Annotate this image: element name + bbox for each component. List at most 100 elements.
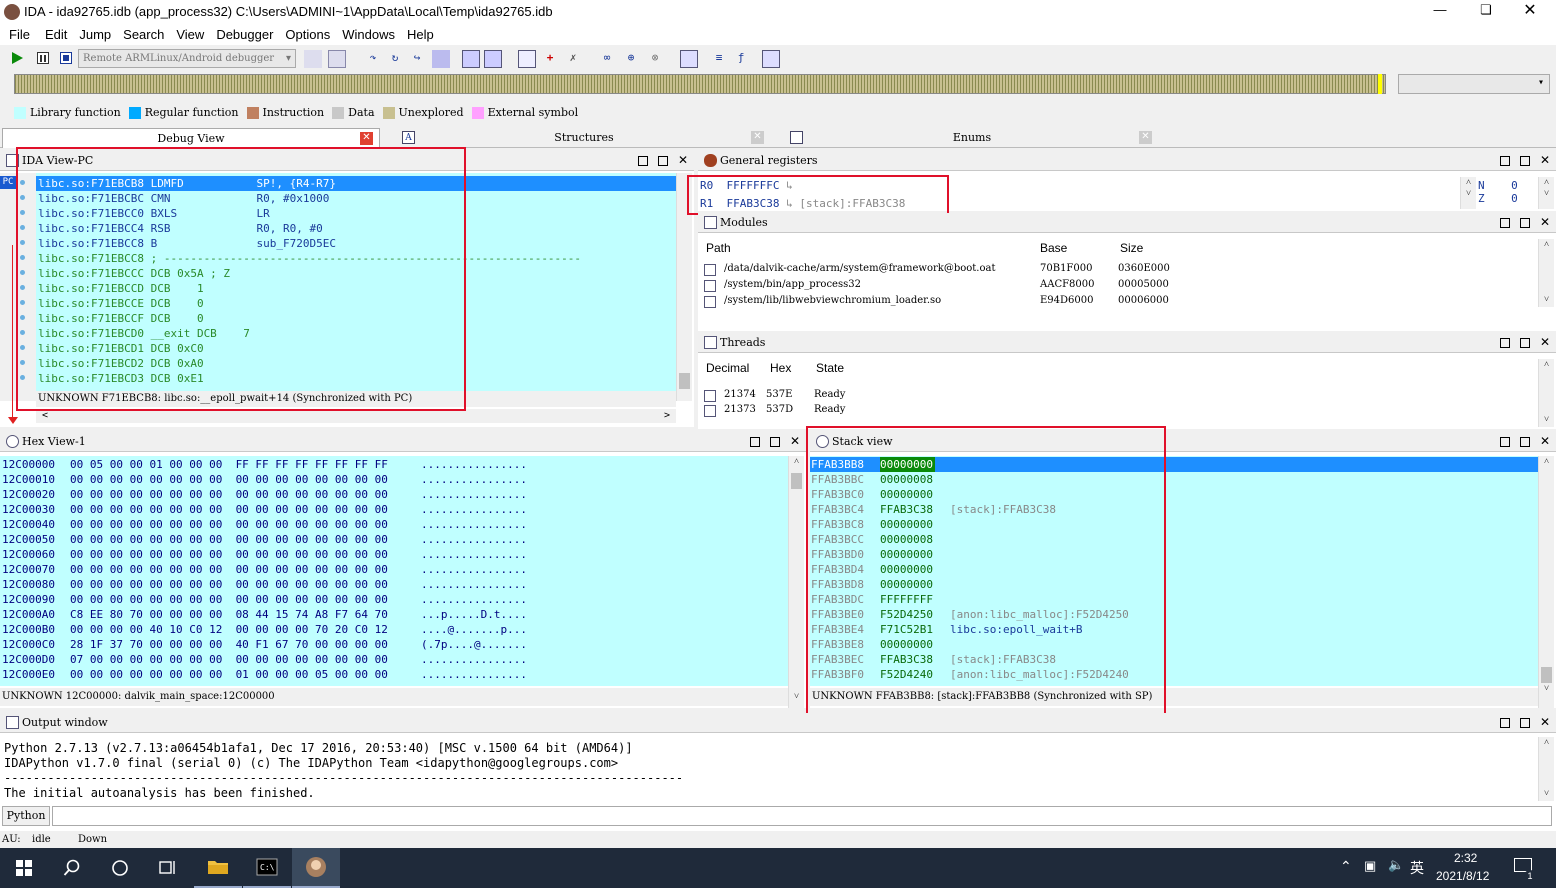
flag-n[interactable]: N 0 — [1478, 179, 1538, 192]
hex-ascii[interactable]: ................ — [421, 532, 527, 547]
column-decimal[interactable]: Decimal — [706, 361, 749, 375]
hex-ascii[interactable]: ................ — [421, 667, 527, 682]
stack-row[interactable]: FFAB3BE8 00000000 — [810, 637, 1538, 652]
stack-value[interactable]: FFFFFFFF — [880, 592, 933, 607]
hex-row[interactable]: 12C000A0 C8 EE 80 70 00 00 00 00 08 44 15… — [0, 607, 788, 622]
menu-options[interactable]: Options — [279, 24, 336, 45]
disasm-line[interactable]: libc.so:F71EBCB8 LDMFD SP!, {R4-R7} — [36, 176, 676, 191]
hex-ascii[interactable]: ................ — [421, 487, 527, 502]
stack-comment[interactable]: [anon:libc_malloc]:F52D4240 — [950, 667, 1129, 682]
trace-icon[interactable]: ∞ — [598, 50, 616, 68]
disasm-line[interactable]: libc.so:F71EBCC8 B sub_F720D5EC — [36, 236, 676, 251]
pane-minimize-icon[interactable] — [1500, 718, 1510, 728]
attach-icon[interactable] — [304, 50, 322, 68]
add-trace-icon[interactable]: ⊕ — [622, 50, 640, 68]
ida-app-icon[interactable] — [292, 848, 340, 888]
column-hex[interactable]: Hex — [770, 361, 791, 375]
stack-value[interactable]: FFAB3C38 — [880, 652, 933, 667]
line-marker-icon[interactable] — [20, 285, 25, 290]
ida-view-scrollbar[interactable] — [676, 173, 692, 401]
remove-trace-icon[interactable]: ⊗ — [646, 50, 664, 68]
output-scrollbar[interactable]: ˄ ˅ — [1538, 737, 1554, 801]
hex-row[interactable]: 12C00020 00 00 00 00 00 00 00 00 00 00 00… — [0, 487, 788, 502]
run-to-cursor-icon[interactable] — [432, 50, 450, 68]
clock-date[interactable]: 2021/8/12 — [1436, 869, 1489, 883]
delete-breakpoint-icon[interactable]: ✗ — [564, 50, 582, 68]
register-row[interactable]: R1 FFAB3C38 ↳ [stack]:FFAB3C38 — [700, 197, 905, 209]
hex-bytes[interactable]: 00 00 00 00 00 00 00 00 00 00 00 00 00 0… — [70, 592, 388, 607]
hex-row[interactable]: 12C00000 00 05 00 00 01 00 00 00 FF FF FF… — [0, 457, 788, 472]
hex-bytes[interactable]: 00 00 00 00 00 00 00 00 00 00 00 00 00 0… — [70, 472, 388, 487]
pane-minimize-icon[interactable] — [1500, 218, 1510, 228]
threads-scrollbar[interactable]: ˄ ˅ — [1538, 359, 1554, 427]
hex-row[interactable]: 12C00030 00 00 00 00 00 00 00 00 00 00 00… — [0, 502, 788, 517]
stack-value[interactable]: 00000000 — [880, 547, 933, 562]
menu-edit[interactable]: Edit — [39, 24, 73, 45]
stack-value[interactable]: 00000000 — [880, 517, 933, 532]
hex-bytes[interactable]: 00 00 00 00 00 00 00 00 01 00 00 00 05 0… — [70, 667, 388, 682]
stack-value[interactable]: 00000000 — [880, 487, 933, 502]
pane-close-icon[interactable]: ✕ — [1540, 216, 1550, 228]
register-row[interactable]: R0 FFFFFFFC ↳ — [700, 179, 793, 192]
menu-help[interactable]: Help — [401, 24, 440, 45]
debugger-select[interactable]: Remote ARMLinux/Android debugger ▾ — [78, 49, 296, 68]
hex-ascii[interactable]: ...p.....D.t.... — [421, 607, 527, 622]
pane-float-icon[interactable] — [770, 437, 780, 447]
line-marker-icon[interactable] — [20, 345, 25, 350]
disasm-line[interactable]: libc.so:F71EBCCE DCB 0 — [36, 296, 676, 311]
hex-bytes[interactable]: 00 00 00 00 00 00 00 00 00 00 00 00 00 0… — [70, 487, 388, 502]
disassembly-listing[interactable]: libc.so:F71EBCB8 LDMFD SP!, {R4-R7} libc.… — [36, 173, 676, 401]
hex-bytes[interactable]: 00 00 00 00 00 00 00 00 00 00 00 00 00 0… — [70, 577, 388, 592]
step-over-icon[interactable]: ↻ — [386, 50, 404, 68]
disasm-line[interactable]: libc.so:F71EBCC4 RSB R0, R0, #0 — [36, 221, 676, 236]
clock-time[interactable]: 2:32 — [1454, 851, 1477, 865]
output-text[interactable]: Python 2.7.13 (v2.7.13:a06454b1afa1, Dec… — [4, 741, 1534, 801]
stack-value[interactable]: 00000000 — [880, 562, 933, 577]
tab-close-icon[interactable]: ✕ — [360, 132, 373, 145]
menu-file[interactable]: File — [0, 24, 39, 45]
disasm-line[interactable]: libc.so:F71EBCD2 DCB 0xA0 — [36, 356, 676, 371]
stack-comment[interactable]: libc.so:epoll_wait+B — [950, 622, 1082, 637]
disasm-line[interactable]: libc.so:F71EBCC8 ; ---------------------… — [36, 251, 676, 266]
line-marker-icon[interactable] — [20, 270, 25, 275]
file-explorer-icon[interactable] — [194, 848, 242, 888]
hex-row[interactable]: 12C00010 00 00 00 00 00 00 00 00 00 00 00… — [0, 472, 788, 487]
hex-row[interactable]: 12C00070 00 00 00 00 00 00 00 00 00 00 00… — [0, 562, 788, 577]
maximize-button[interactable]: ❏ — [1476, 2, 1496, 20]
pane-minimize-icon[interactable] — [1500, 338, 1510, 348]
menu-debugger[interactable]: Debugger — [210, 24, 279, 45]
stack-value[interactable]: 00000000 — [880, 637, 933, 652]
hex-row[interactable]: 12C00050 00 00 00 00 00 00 00 00 00 00 00… — [0, 532, 788, 547]
list-item[interactable]: 21374 537E Ready — [704, 389, 1004, 404]
pane-close-icon[interactable]: ✕ — [1540, 716, 1550, 728]
hex-ascii[interactable]: ................ — [421, 547, 527, 562]
stack-row[interactable]: FFAB3BD0 00000000 — [810, 547, 1538, 562]
disasm-line[interactable]: libc.so:F71EBCC0 BXLS LR — [36, 206, 676, 221]
stack-row[interactable]: FFAB3BD4 00000000 — [810, 562, 1538, 577]
menu-search[interactable]: Search — [117, 24, 170, 45]
tile-icon[interactable] — [484, 50, 502, 68]
stack-value[interactable]: F52D4240 — [880, 667, 933, 682]
pane-minimize-icon[interactable] — [1500, 156, 1510, 166]
line-marker-icon[interactable] — [20, 300, 25, 305]
hex-bytes[interactable]: 00 00 00 00 00 00 00 00 00 00 00 00 00 0… — [70, 547, 388, 562]
hex-bytes[interactable]: C8 EE 80 70 00 00 00 00 08 44 15 74 A8 F… — [70, 607, 388, 622]
stack-row[interactable]: FFAB3BCC 00000008 — [810, 532, 1538, 547]
pane-close-icon[interactable]: ✕ — [1540, 154, 1550, 166]
hex-row[interactable]: 12C00040 00 00 00 00 00 00 00 00 00 00 00… — [0, 517, 788, 532]
hex-ascii[interactable]: ................ — [421, 577, 527, 592]
hex-ascii[interactable]: ................ — [421, 502, 527, 517]
disasm-line[interactable]: libc.so:F71EBCD0 __exit DCB 7 — [36, 326, 676, 341]
pane-close-icon[interactable]: ✕ — [1540, 336, 1550, 348]
list-item[interactable]: 21373 537D Ready — [704, 404, 1004, 419]
cortana-icon[interactable] — [96, 848, 144, 888]
flag-z[interactable]: Z 0 — [1478, 192, 1538, 202]
line-marker-icon[interactable] — [20, 180, 25, 185]
pane-float-icon[interactable] — [1520, 437, 1530, 447]
hex-view-scrollbar[interactable]: ˄ ˅ — [788, 456, 804, 708]
stop-icon[interactable] — [60, 52, 72, 64]
line-marker-icon[interactable] — [20, 360, 25, 365]
ime-indicator[interactable]: 英 — [1410, 858, 1424, 878]
task-view-icon[interactable] — [144, 848, 192, 888]
run-until-return-icon[interactable]: ↪ — [408, 50, 426, 68]
